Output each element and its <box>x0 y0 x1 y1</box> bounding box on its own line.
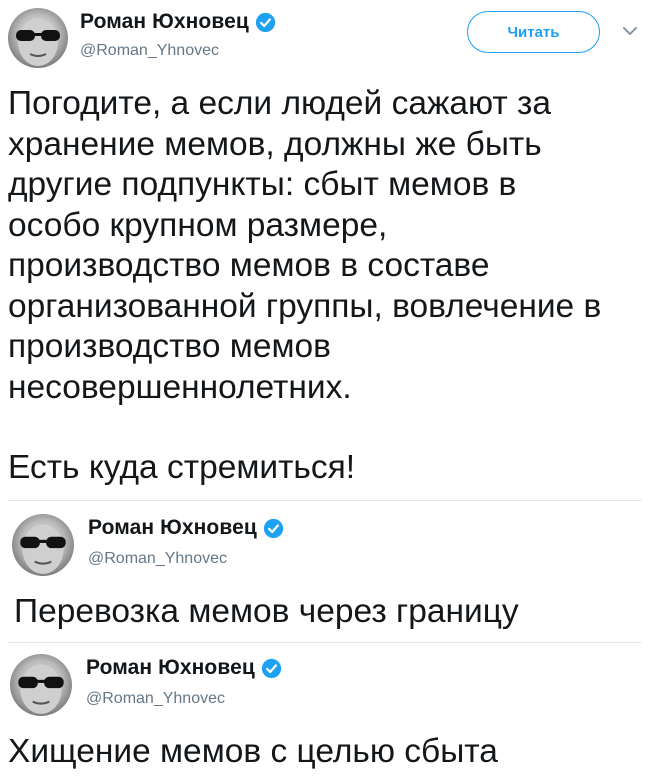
text-line: производство мемов <box>8 328 331 365</box>
tweet-text: Погодите, а если людей сажают за хранени… <box>8 84 648 489</box>
tweet-paragraph-2: Есть куда стремиться! <box>8 449 356 486</box>
author-handle[interactable]: @Roman_Yhnovec <box>86 690 225 708</box>
avatar-image <box>20 524 66 574</box>
author-handle[interactable]: @Roman_Yhnovec <box>80 42 219 60</box>
author-name[interactable]: Роман Юхновец <box>86 656 255 680</box>
text-line: производство мемов в составе <box>8 247 490 284</box>
reply-text: Хищение мемов с целью сбыта <box>8 733 498 770</box>
avatar-image <box>18 664 64 714</box>
author-name[interactable]: Роман Юхновец <box>80 10 249 34</box>
reply-text: Перевозка мемов через границу <box>14 593 519 630</box>
text-line: другие подпункты: сбыт мемов в <box>8 166 517 203</box>
avatar[interactable] <box>10 654 72 716</box>
text-line: несовершеннолетних. <box>8 368 352 406</box>
tweet-paragraph-1: Погодите, а если людей сажают за хранени… <box>8 84 648 408</box>
avatar[interactable] <box>8 8 68 68</box>
avatar[interactable] <box>12 514 74 576</box>
chevron-down-icon[interactable] <box>620 24 640 38</box>
text-line: организованной группы, вовлечение в <box>8 287 602 325</box>
verified-badge-icon <box>255 12 276 33</box>
text-line: хранение мемов, должны же быть <box>8 125 542 163</box>
verified-badge-icon <box>263 518 284 539</box>
verified-badge-icon <box>261 658 282 679</box>
main-tweet: Роман Юхновец @Roman_Yhnovec Читать Пого… <box>0 0 650 500</box>
thread-reply-2[interactable]: Роман Юхновец @Roman_Yhnovec Хищение мем… <box>0 642 650 777</box>
author-handle[interactable]: @Roman_Yhnovec <box>88 550 227 568</box>
author-name[interactable]: Роман Юхновец <box>88 516 257 540</box>
thread-reply-1[interactable]: Роман Юхновец @Roman_Yhnovec Перевозка м… <box>0 500 650 642</box>
follow-button[interactable]: Читать <box>467 11 600 53</box>
text-line: Погодите, а если людей сажают за <box>8 85 552 122</box>
text-line: особо крупном размере, <box>8 206 388 244</box>
avatar-image <box>16 18 60 66</box>
